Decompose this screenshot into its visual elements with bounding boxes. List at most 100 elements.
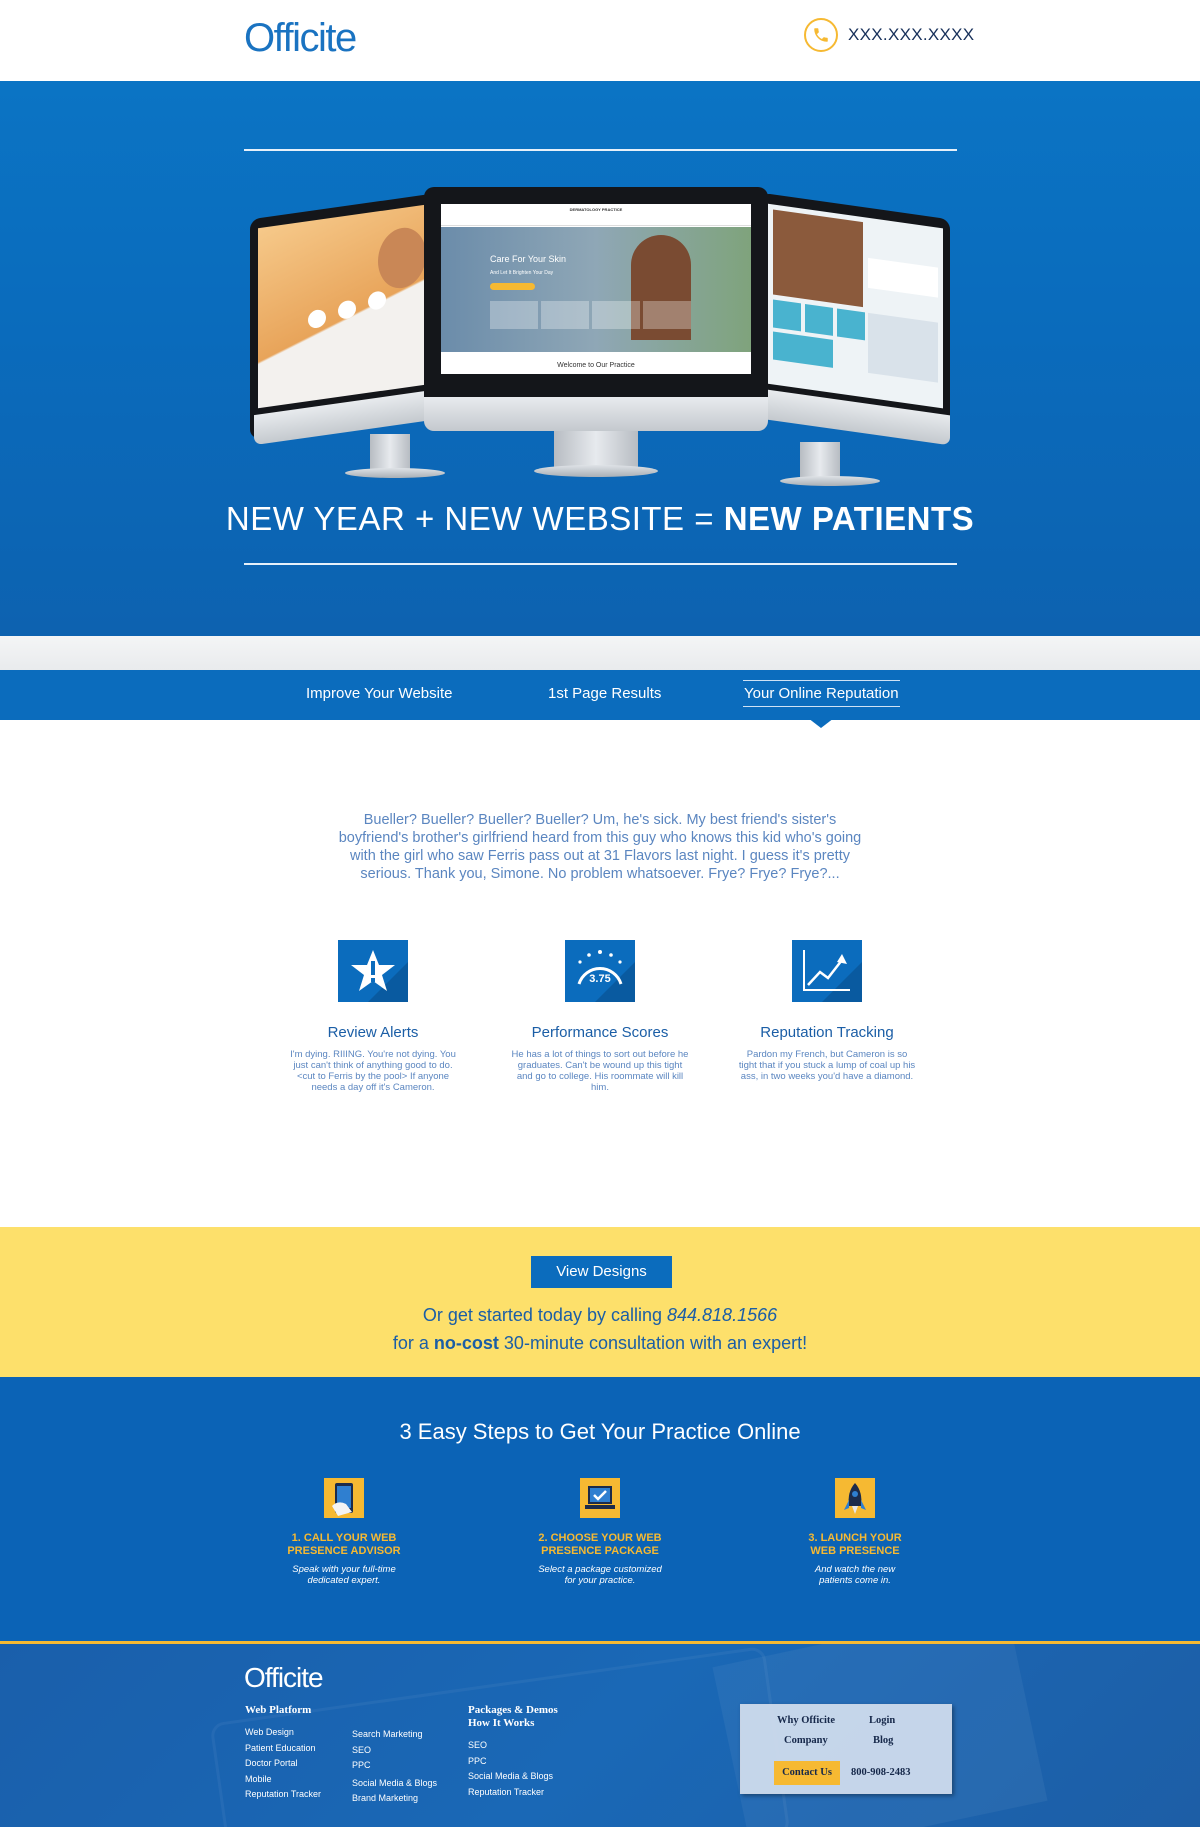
monitor-chin [424,397,768,431]
footer-link[interactable]: Reputation Tracker [245,1787,321,1803]
hero-bottom-rule [244,563,957,565]
steps-title: 3 Easy Steps to Get Your Practice Online [399,1419,801,1444]
star-alert-icon [338,940,408,1002]
tab-first-page-results[interactable]: 1st Page Results [548,685,661,702]
feature-title: Reputation Tracking [760,1024,894,1041]
why-officite-link[interactable]: Why Officite [777,1715,835,1726]
hero-photo [773,209,863,308]
center-monitor: DERMATOLOGY PRACTICE Care For Your Skin … [424,187,768,517]
step-title: 3. LAUNCH YOUR WEB PRESENCE [765,1532,945,1558]
site-brand: DERMATOLOGY PRACTICE [441,204,751,216]
header-phone-number: XXX.XXX.XXXX [848,25,975,44]
step-text-line: Select a package customized [538,1564,662,1575]
hero-banner: DERMATOLOGY PRACTICE Care For Your Skin … [0,81,1200,636]
rocket-icon [835,1478,875,1518]
hero-headline-light: NEW YEAR + NEW WEBSITE = [225,500,724,537]
steps-section: 3 Easy Steps to Get Your Practice Online… [0,1377,1200,1641]
footer-phone: 800-908-2483 [851,1767,911,1778]
cta-consult-bold: no-cost [433,1333,499,1353]
step-title: 1. CALL YOUR WEB PRESENCE ADVISOR [254,1532,434,1558]
header-phone[interactable]: XXX.XXX.XXXX [804,18,974,52]
tile [773,299,801,332]
cta-call-text: Or get started today by calling [422,1305,667,1325]
hero-top-rule [244,149,957,151]
feature-title: Review Alerts [327,1024,419,1041]
blog-link[interactable]: Blog [873,1735,893,1746]
login-link[interactable]: Login [869,1715,895,1726]
monitor-base [534,465,658,477]
footer-heading[interactable]: How It Works [468,1717,558,1730]
content-block [868,257,938,298]
monitor-base [780,476,880,486]
footer-link[interactable]: Mobile [245,1772,321,1788]
footer-heading[interactable]: Packages & Demos [468,1704,558,1717]
step-text-line: patients come in. [819,1575,891,1586]
footer-link[interactable]: Patient Education [245,1741,321,1757]
footer-col-packages: Packages & Demos How It Works SEO PPC So… [468,1704,558,1800]
footer-link[interactable]: Search Marketing [352,1727,437,1743]
officite-logo[interactable]: Officite [244,16,357,61]
step-choose-package: 2. CHOOSE YOUR WEB PRESENCE PACKAGE Selec… [510,1478,690,1586]
phone-icon [804,18,838,52]
step-description: Select a package customized for your prac… [510,1564,690,1586]
tile [490,301,538,329]
step-title: 2. CHOOSE YOUR WEB PRESENCE PACKAGE [510,1532,690,1558]
step-title-line: 1. CALL YOUR WEB [291,1532,397,1544]
step-description: And watch the new patients come in. [765,1564,945,1586]
left-monitor [250,192,445,546]
footer-col-search-marketing: Search Marketing SEO PPC Social Media & … [352,1727,437,1807]
company-link[interactable]: Company [784,1735,828,1746]
feature-title: Performance Scores [531,1024,669,1041]
feature-reputation-tracking: Reputation Tracking Pardon my French, bu… [737,940,917,1082]
cta-banner: View Designs Or get started today by cal… [0,1227,1200,1377]
feature-review-alerts: Review Alerts I'm dying. RIIING. You're … [283,940,463,1093]
tab-online-reputation[interactable]: Your Online Reputation [743,680,900,707]
step-title-line: PRESENCE PACKAGE [541,1545,659,1557]
feature-description: He has a lot of things to sort out befor… [511,1049,689,1093]
tile [773,331,833,368]
footer-link[interactable]: PPC [468,1754,558,1770]
contact-us-button[interactable]: Contact Us [774,1761,840,1785]
cta-phone-link[interactable]: 844.818.1566 [667,1305,777,1325]
step-launch: 3. LAUNCH YOUR WEB PRESENCE And watch the… [765,1478,945,1586]
footer-link[interactable]: PPC [352,1758,437,1774]
doctor-photo [868,312,938,383]
footer-col-web-platform: Web Platform Web Design Patient Educatio… [245,1704,321,1803]
circle-icon [338,299,356,320]
footer-logo[interactable]: Officite [244,1662,324,1694]
cta-consult-line: for a no-cost 30-minute consultation wit… [0,1333,1200,1354]
site-welcome: Welcome to Our Practice [557,362,635,369]
footer-link[interactable]: Web Design [245,1725,321,1741]
score-value: 3.75 [589,973,610,985]
tab-improve-website[interactable]: Improve Your Website [306,685,452,702]
site-headline: Care For Your Skin [490,254,567,264]
step-title-line: WEB PRESENCE [810,1545,900,1557]
footer-link[interactable]: Reputation Tracker [468,1785,558,1801]
tile [592,301,640,329]
tile [643,301,691,329]
step-text-line: Speak with your full-time [292,1564,396,1575]
footer-quick-links-box: Why Officite Login Company Blog Contact … [740,1704,952,1794]
footer-link[interactable]: SEO [352,1743,437,1759]
footer-link[interactable]: Social Media & Blogs [468,1769,558,1785]
feature-performance-scores: 3.75 Performance Scores He has a lot of … [510,940,690,1093]
site-footer: Officite Web Platform Web Design Patient… [0,1641,1200,1827]
site-hero-image: Care For Your Skin And Let It Brighten Y… [441,227,751,352]
trend-chart-icon [792,940,862,1002]
footer-link[interactable]: Brand Marketing [352,1791,437,1807]
step-description: Speak with your full-time dedicated exper… [254,1564,434,1586]
hero-headline: NEW YEAR + NEW WEBSITE = NEW PATIENTS [0,500,1200,538]
footer-link[interactable]: Social Media & Blogs [352,1776,437,1792]
tile [837,308,865,341]
step-title-line: 2. CHOOSE YOUR WEB [538,1532,662,1544]
feature-description: Pardon my French, but Cameron is so tigh… [738,1049,916,1082]
step-title-line: 3. LAUNCH YOUR [808,1532,902,1544]
hero-photo [378,224,426,292]
site-cta-button [490,283,535,290]
footer-heading[interactable]: Web Platform [245,1704,321,1717]
footer-link[interactable]: SEO [468,1738,558,1754]
footer-link[interactable]: Doctor Portal [245,1756,321,1772]
cta-call-line: Or get started today by calling 844.818.… [0,1305,1200,1326]
view-designs-button[interactable]: View Designs [531,1256,672,1288]
divider-band [0,636,1200,670]
